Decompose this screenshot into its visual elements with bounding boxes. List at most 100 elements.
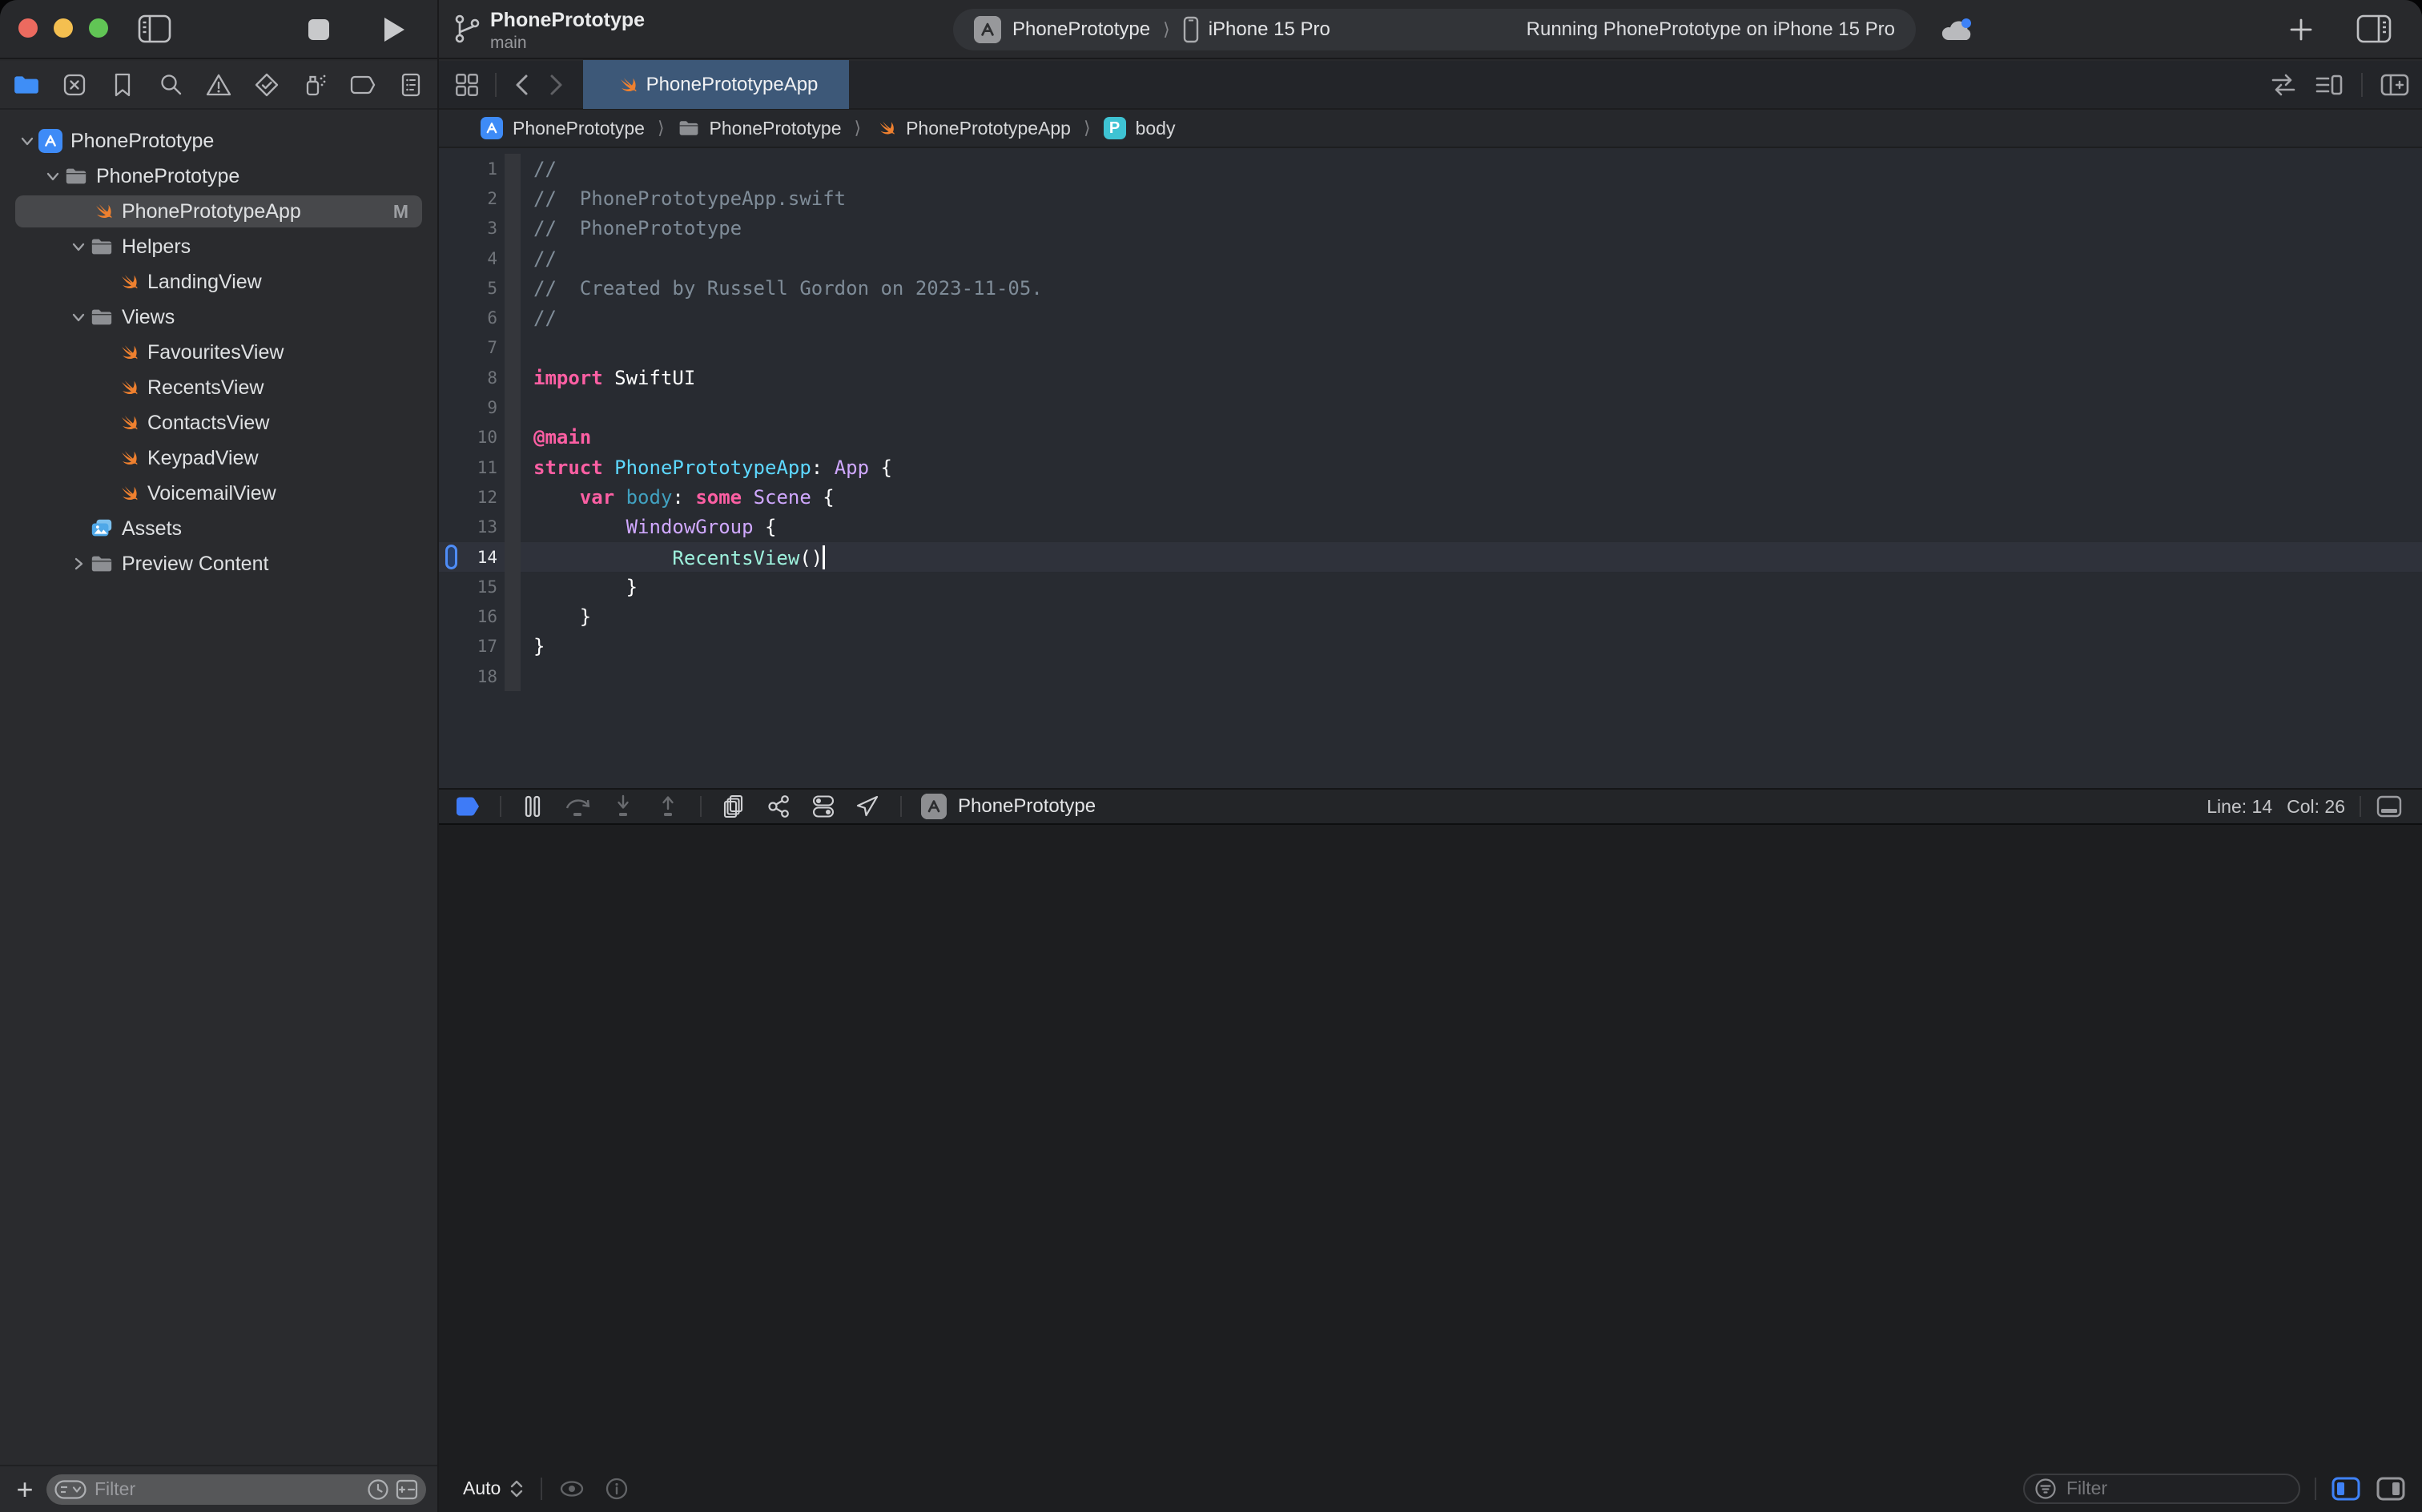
code-line-11[interactable]: 11struct PhonePrototypeApp: App { xyxy=(439,452,2422,482)
fold-ribbon[interactable] xyxy=(505,363,521,392)
tree-item-favouritesview[interactable]: FavouritesView xyxy=(0,335,437,370)
close-window-button[interactable] xyxy=(18,18,38,38)
code-line-3[interactable]: 3// PhonePrototype xyxy=(439,214,2422,243)
code-line-9[interactable]: 9 xyxy=(439,392,2422,422)
filter-menu-icon[interactable] xyxy=(54,1480,86,1499)
view-hierarchy-icon[interactable] xyxy=(721,794,746,819)
code-line-17[interactable]: 17} xyxy=(439,632,2422,662)
add-file-button[interactable]: + xyxy=(11,1476,38,1503)
disclosure-chevron-icon[interactable] xyxy=(16,133,38,149)
step-over-icon[interactable] xyxy=(564,794,591,819)
go-forward-icon[interactable] xyxy=(546,72,567,98)
line-number[interactable]: 15 xyxy=(439,577,497,597)
tree-item-views[interactable]: Views xyxy=(0,300,437,335)
disclosure-chevron-icon[interactable] xyxy=(67,239,90,255)
source-control-status-filter-icon[interactable] xyxy=(396,1478,418,1501)
toggle-left-sidebar-icon[interactable] xyxy=(138,14,171,43)
tree-item-phoneprototype[interactable]: PhonePrototype xyxy=(0,123,437,159)
add-item-button[interactable] xyxy=(2289,18,2313,42)
fold-ribbon[interactable] xyxy=(505,572,521,601)
disclosure-chevron-icon[interactable] xyxy=(67,309,90,325)
environment-overrides-icon[interactable] xyxy=(811,794,836,819)
editor-options-icon[interactable] xyxy=(2315,72,2344,98)
line-number[interactable]: 3 xyxy=(439,219,497,238)
code-line-8[interactable]: 8import SwiftUI xyxy=(439,363,2422,392)
fold-ribbon[interactable] xyxy=(505,303,521,332)
breadcrumb-phoneprototypeapp[interactable]: PhonePrototypeApp xyxy=(874,117,1071,139)
line-number[interactable]: 16 xyxy=(439,607,497,626)
code-line-5[interactable]: 5// Created by Russell Gordon on 2023-11… xyxy=(439,273,2422,303)
zoom-window-button[interactable] xyxy=(89,18,108,38)
debug-navigator-icon[interactable] xyxy=(301,71,328,99)
breakpoints-navigator-icon[interactable] xyxy=(349,71,376,99)
scheme-selector[interactable]: PhonePrototype ⟩ iPhone 15 Pro Running P… xyxy=(953,9,1916,50)
line-number[interactable]: 8 xyxy=(439,368,497,388)
find-navigator-icon[interactable] xyxy=(157,71,184,99)
cloud-sync-icon[interactable] xyxy=(1938,16,1975,42)
scheme-name[interactable]: PhonePrototype xyxy=(1012,18,1150,41)
tests-navigator-icon[interactable] xyxy=(253,71,280,99)
line-number[interactable]: 1 xyxy=(439,159,497,179)
step-into-icon[interactable] xyxy=(610,794,636,819)
code-line-18[interactable]: 18 xyxy=(439,662,2422,691)
run-destination[interactable]: iPhone 15 Pro xyxy=(1209,18,1330,41)
line-number[interactable]: 12 xyxy=(439,488,497,507)
tree-item-helpers[interactable]: Helpers xyxy=(0,229,437,264)
code-line-15[interactable]: 15 } xyxy=(439,572,2422,601)
stop-button[interactable] xyxy=(308,18,330,41)
line-number[interactable]: 13 xyxy=(439,517,497,537)
fold-ribbon[interactable] xyxy=(505,333,521,363)
bookmarks-navigator-icon[interactable] xyxy=(109,71,136,99)
toggle-right-inspector-icon[interactable] xyxy=(2356,14,2392,43)
code-line-13[interactable]: 13 WindowGroup { xyxy=(439,513,2422,542)
tree-item-phoneprototype[interactable]: PhonePrototype xyxy=(0,159,437,194)
instruction-pointer-indicator[interactable] xyxy=(445,545,457,569)
fold-ribbon[interactable] xyxy=(505,273,521,303)
console-filter-field[interactable]: Filter xyxy=(2023,1474,2300,1504)
fold-ribbon[interactable] xyxy=(505,392,521,422)
go-back-icon[interactable] xyxy=(511,72,532,98)
fold-ribbon[interactable] xyxy=(505,183,521,213)
breadcrumb-body[interactable]: Pbody xyxy=(1104,117,1176,139)
info-icon[interactable] xyxy=(605,1477,629,1501)
minimize-window-button[interactable] xyxy=(54,18,73,38)
run-button[interactable] xyxy=(382,16,406,43)
issues-navigator-icon[interactable] xyxy=(205,71,232,99)
show-variables-view-icon[interactable] xyxy=(2331,1476,2361,1502)
code-line-6[interactable]: 6// xyxy=(439,303,2422,332)
code-line-4[interactable]: 4// xyxy=(439,243,2422,273)
reports-navigator-icon[interactable] xyxy=(397,71,424,99)
fold-ribbon[interactable] xyxy=(505,662,521,691)
recent-files-clock-icon[interactable] xyxy=(367,1478,389,1501)
debug-console[interactable] xyxy=(439,825,2422,1465)
quick-look-eye-icon[interactable] xyxy=(558,1478,585,1499)
code-line-2[interactable]: 2// PhonePrototypeApp.swift xyxy=(439,183,2422,213)
fold-ribbon[interactable] xyxy=(505,423,521,452)
breadcrumb-phoneprototype[interactable]: PhonePrototype xyxy=(678,117,842,139)
source-editor[interactable]: 1//2// PhonePrototypeApp.swift3// PhoneP… xyxy=(439,148,2422,788)
navigator-filter-field[interactable]: Filter xyxy=(46,1474,426,1505)
line-number[interactable]: 9 xyxy=(439,398,497,417)
tree-item-preview-content[interactable]: Preview Content xyxy=(0,546,437,581)
step-out-icon[interactable] xyxy=(655,794,681,819)
breakpoints-toggle-icon[interactable] xyxy=(455,796,481,817)
code-line-10[interactable]: 10@main xyxy=(439,423,2422,452)
editor-tab-phoneprototypeapp[interactable]: PhonePrototypeApp xyxy=(583,60,849,109)
fold-ribbon[interactable] xyxy=(505,452,521,482)
disclosure-chevron-icon[interactable] xyxy=(42,168,64,184)
fold-ribbon[interactable] xyxy=(505,482,521,512)
tree-item-contactsview[interactable]: ContactsView xyxy=(0,405,437,440)
tree-item-phoneprototypeapp[interactable]: PhonePrototypeAppM xyxy=(0,194,437,229)
show-console-view-icon[interactable] xyxy=(2376,1476,2406,1502)
debug-session-app[interactable]: PhonePrototype xyxy=(921,794,1096,819)
add-editor-icon[interactable] xyxy=(2380,72,2409,98)
line-number[interactable]: 11 xyxy=(439,458,497,477)
line-number[interactable]: 2 xyxy=(439,189,497,208)
line-number[interactable]: 17 xyxy=(439,637,497,656)
line-number[interactable]: 6 xyxy=(439,308,497,328)
variables-scope-dropdown[interactable]: Auto xyxy=(463,1478,525,1499)
code-line-16[interactable]: 16 } xyxy=(439,601,2422,631)
tree-item-voicemailview[interactable]: VoicemailView xyxy=(0,476,437,511)
tree-item-recentsview[interactable]: RecentsView xyxy=(0,370,437,405)
fold-ribbon[interactable] xyxy=(505,632,521,662)
